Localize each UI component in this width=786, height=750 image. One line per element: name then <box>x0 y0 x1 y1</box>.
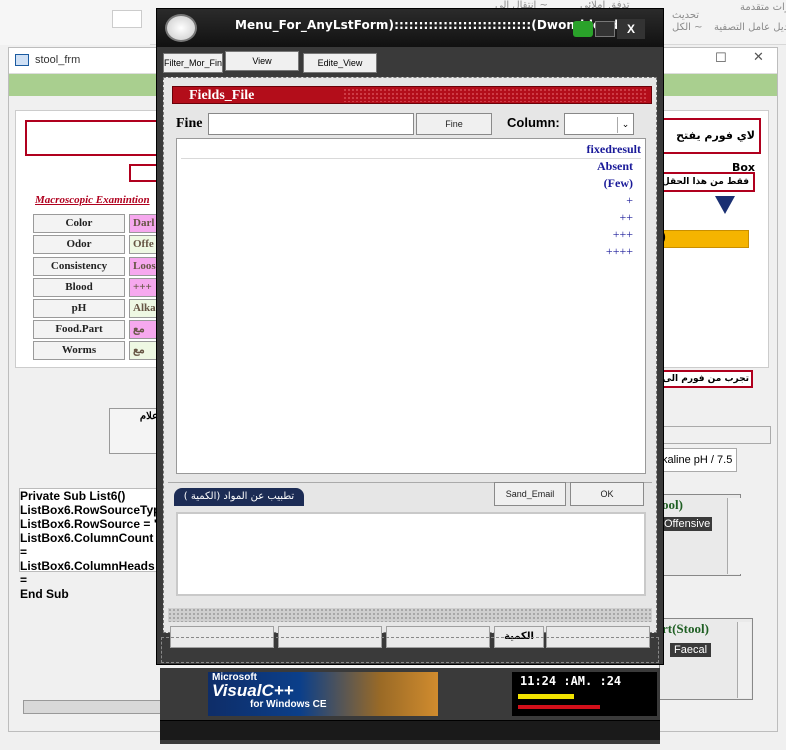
minimize-green-icon[interactable] <box>573 21 593 37</box>
column-select[interactable]: ⌄ <box>564 113 634 135</box>
restore-icon[interactable] <box>595 21 615 37</box>
code-line-6: End Sub <box>20 587 69 601</box>
odor-button[interactable]: Odor <box>33 235 125 254</box>
materials-tab[interactable]: تطبيب عن المواد (الكمية ) <box>174 488 304 506</box>
maximize-icon[interactable]: ☐ <box>715 51 727 66</box>
lower-panel: Microsoft VisualC++ for Windows CE 11:24… <box>160 668 660 744</box>
ribbon-item-advanced[interactable]: ارات متقدمة ~ <box>740 2 786 13</box>
ribbon-icon[interactable] <box>112 10 142 28</box>
worms-button[interactable]: Worms <box>33 341 125 360</box>
alkaline-field[interactable]: kaline pH / 7.5 <box>659 448 737 472</box>
clock-text: 11:24 :AM. :24 <box>520 674 622 688</box>
offensive-item[interactable]: Offensive <box>662 517 713 531</box>
list-item[interactable]: +++ <box>613 226 633 243</box>
fine-input[interactable] <box>208 113 414 135</box>
app-logo-icon <box>165 14 197 42</box>
list-item[interactable]: Absent <box>597 158 633 175</box>
materials-memo[interactable] <box>176 512 646 596</box>
list-header[interactable]: fixedresult <box>181 141 641 159</box>
banner-line-3: for Windows CE <box>250 699 327 710</box>
ribbon-left <box>0 0 150 45</box>
food-part-button[interactable]: Food.Part <box>33 320 125 339</box>
fields-header: Fields_File <box>172 86 652 104</box>
faecal-item[interactable]: Faecal <box>670 643 712 657</box>
menu-titlebar: Menu_For_AnyLstForm)::::::::::::::::::::… <box>157 9 663 47</box>
close-icon[interactable]: ✕ <box>753 50 764 65</box>
code-line-1: Private Sub List6() <box>20 489 126 503</box>
list-item[interactable]: ++++ <box>606 243 633 260</box>
progress-yellow <box>518 694 574 699</box>
fine-label: Fine <box>176 116 203 131</box>
clock-panel: 11:24 :AM. :24 <box>512 672 657 716</box>
tab-view[interactable]: View <box>225 51 299 71</box>
visual-cpp-banner: Microsoft VisualC++ for Windows CE <box>208 672 438 716</box>
column-label: Column: <box>507 115 560 130</box>
stool-list-title: ool) <box>662 497 683 512</box>
menu-title: Menu_For_AnyLstForm)::::::::::::::::::::… <box>235 18 629 32</box>
fields-title: Fields_File <box>189 88 255 103</box>
macro-title: Macroscopic Examintion <box>35 194 150 206</box>
color-button[interactable]: Color <box>33 214 125 233</box>
ribbon-item-all[interactable]: الكل ~ <box>672 22 702 33</box>
stool-top-box[interactable] <box>25 120 161 156</box>
code-box: Private Sub List6() ListBox6.RowSourceTy… <box>19 488 161 601</box>
try-form-note: تجرب من فورم الى تفر <box>659 370 753 388</box>
yellow-field[interactable]: ) <box>659 230 749 248</box>
list-scrollbar[interactable] <box>727 498 741 574</box>
stool-title: stool_frm <box>35 54 81 66</box>
header-pattern <box>343 88 647 102</box>
side-note-box[interactable]: علام <box>109 408 161 454</box>
open-any-form-box[interactable]: لاي فورم يفتح Box <box>659 118 761 174</box>
menu-close-button[interactable]: X <box>617 19 645 39</box>
blank-tab-box[interactable] <box>659 426 771 444</box>
code-line-4: ListBox6.ColumnCount = <box>20 531 154 559</box>
blood-button[interactable]: Blood <box>33 278 125 297</box>
ribbon-item-refresh[interactable]: تحديث <box>672 10 699 21</box>
menu-window: Menu_For_AnyLstForm)::::::::::::::::::::… <box>156 8 664 665</box>
tab-edit-view[interactable]: Edite_View <box>303 53 377 73</box>
form-icon <box>15 54 29 66</box>
fine-button[interactable]: Fine <box>416 113 492 135</box>
down-arrow-icon <box>715 196 735 214</box>
banner-text: Microsoft VisualC++ for Windows CE <box>212 673 327 711</box>
list-item[interactable]: (Few) <box>604 175 633 192</box>
field-note: فقط من هذا الحقل <box>659 172 755 192</box>
consistency-button[interactable]: Consistency <box>33 257 125 276</box>
progress-red <box>518 705 600 709</box>
send-email-button[interactable]: Sand_Email <box>494 482 566 506</box>
list-item[interactable]: ++ <box>619 209 633 226</box>
ribbon-item-filter[interactable]: ديل عامل التصفية <box>714 22 786 33</box>
banner-line-2: VisualC++ <box>212 681 294 700</box>
separator-pattern <box>168 608 652 622</box>
bottom-hscroll[interactable] <box>23 700 165 714</box>
code-line-3: ListBox6.RowSource = " <box>20 517 160 531</box>
tab-filter[interactable]: Filter_Mor_Fin <box>163 53 223 73</box>
menu-body: Fields_File Fine Fine Column: ⌄ fixedres… <box>163 77 657 648</box>
status-bar <box>160 720 660 740</box>
ok-button[interactable]: OK <box>570 482 644 506</box>
ph-button[interactable]: pH <box>33 299 125 318</box>
list-item[interactable]: + <box>626 192 633 209</box>
chevron-down-icon[interactable]: ⌄ <box>617 117 633 133</box>
part-list-title: rt(Stool) <box>662 621 709 636</box>
fields-listbox[interactable]: fixedresult Absent (Few) + ++ +++ ++++ <box>176 138 646 474</box>
menu-tabbar: Filter_Mor_Fin View Edite_View <box>157 47 663 75</box>
part-scrollbar[interactable] <box>737 622 751 698</box>
menu-footer <box>161 637 659 663</box>
code-line-5: ListBox6.ColumnHeads = <box>20 559 155 587</box>
code-line-2: ListBox6.RowSourceTyp <box>20 503 161 517</box>
